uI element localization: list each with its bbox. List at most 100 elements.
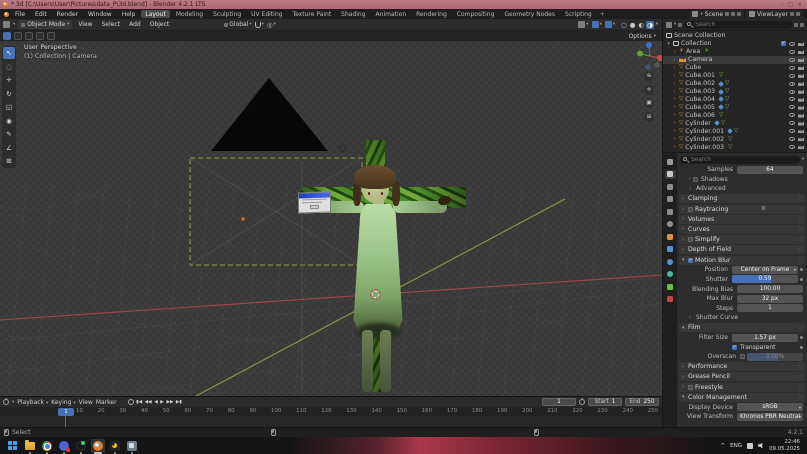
outliner-search[interactable]	[684, 21, 792, 29]
disable-in-renders-icon[interactable]	[798, 50, 804, 55]
blending-bias-field[interactable]: 100.00	[737, 285, 803, 293]
remove-view-layer-icon[interactable]	[796, 12, 800, 16]
chrome-button[interactable]	[40, 439, 54, 453]
tool-annotate[interactable]: ✎	[3, 128, 15, 140]
frame-start-field[interactable]: Start1	[588, 398, 622, 406]
outliner-row-cube002[interactable]: ›▽ Cube.002 ▽	[663, 80, 807, 88]
axis-z-handle[interactable]	[646, 42, 652, 48]
disable-in-renders-icon[interactable]	[798, 89, 804, 94]
material-preview-button[interactable]: ◐	[637, 21, 645, 29]
mode-selector[interactable]: Object Mode ▾	[18, 20, 72, 29]
samples-field[interactable]: 64	[737, 166, 803, 174]
outliner-row-camera[interactable]: › Camera	[663, 56, 807, 64]
viewport-canvas[interactable]: User Perspective (1) Collection | Camera…	[0, 41, 662, 396]
viewport-menu-view[interactable]: View	[75, 21, 95, 28]
simplify-checkbox[interactable]	[688, 237, 693, 242]
panel-film[interactable]: ▾Film∷	[679, 323, 805, 332]
file-explorer-button[interactable]	[23, 439, 37, 453]
wireframe-shading-button[interactable]: ○	[620, 21, 628, 29]
outliner-row-cylinder002[interactable]: ›▽ Cylinder.002 ▽	[663, 135, 807, 143]
disable-in-renders-icon[interactable]	[798, 42, 804, 47]
collection-checkbox[interactable]: ✓	[781, 41, 786, 46]
advanced-row[interactable]: ›Advanced	[679, 184, 805, 194]
tool-cursor[interactable]: ◌	[3, 61, 15, 73]
panel-color-management[interactable]: ▾Color Management∷	[679, 393, 805, 402]
frame-end-field[interactable]: End250	[625, 398, 659, 406]
object-visibility-dropdown[interactable]: ▾	[578, 21, 588, 28]
messenger-app-button[interactable]	[57, 439, 71, 453]
workspace-tab-sculpting[interactable]: Sculpting	[209, 10, 245, 18]
music-app-button[interactable]	[74, 439, 88, 453]
outliner-row-collection[interactable]: ▾ Collection ✓	[663, 40, 807, 48]
disable-in-renders-icon[interactable]	[798, 121, 804, 126]
close-button[interactable]: ×	[798, 2, 802, 8]
disable-in-renders-icon[interactable]	[798, 81, 804, 86]
shutter-curve-row[interactable]: ›Shutter Curve	[679, 313, 805, 323]
character-dress[interactable]	[352, 204, 404, 332]
motion-blur-checkbox[interactable]: ✓	[688, 258, 693, 263]
transform-orientation-selector[interactable]: Global ▾	[224, 21, 251, 28]
outliner-row-cube004[interactable]: ›▽ Cube.004 ▽	[663, 96, 807, 104]
workspace-tab-texture-paint[interactable]: Texture Paint	[288, 10, 335, 18]
tool-add-cube[interactable]: ⊞	[3, 155, 15, 167]
tab-particles[interactable]	[665, 257, 676, 266]
jump-to-end-button[interactable]: ▶▮	[176, 400, 182, 405]
steps-field[interactable]: 1	[737, 304, 803, 312]
blender-menu-icon[interactable]	[4, 12, 9, 17]
timeline-menu-marker[interactable]: Marker	[96, 399, 117, 406]
disable-in-renders-icon[interactable]	[798, 129, 804, 134]
tab-output[interactable]	[665, 182, 676, 191]
panel-raytracing[interactable]: ›Raytracing≣∷	[679, 205, 805, 214]
outliner-display-mode-icon[interactable]	[678, 23, 682, 27]
tab-world[interactable]	[665, 220, 676, 229]
panel-volumes[interactable]: ›Volumes∷	[679, 215, 805, 224]
new-scene-icon[interactable]	[731, 12, 735, 16]
disable-in-renders-icon[interactable]	[798, 97, 804, 102]
hide-in-viewport-icon[interactable]	[789, 113, 795, 117]
overscan-slider[interactable]: 3.00%	[747, 353, 803, 361]
rendered-shading-button[interactable]: ◑	[646, 21, 654, 29]
timeline-ruler[interactable]: 1020304050607080901001101201301401501601…	[0, 407, 662, 416]
tab-object-data[interactable]	[665, 282, 676, 291]
hide-in-viewport-icon[interactable]	[789, 74, 795, 78]
stopwatch-icon[interactable]	[579, 399, 585, 405]
workspace-tab-modeling[interactable]: Modeling	[172, 10, 207, 18]
panel-grease-pencil[interactable]: ›Grease Pencil∷	[679, 372, 805, 381]
shutter-slider[interactable]: 0.59	[732, 275, 798, 283]
workspace-tab-shading[interactable]: Shading	[337, 10, 369, 18]
menu-file[interactable]: File	[11, 11, 29, 18]
select-mode-invert-button[interactable]	[36, 32, 44, 40]
dialog-texture-plane[interactable]	[298, 191, 331, 213]
timeline-menu-keying[interactable]: Keying ▾	[51, 399, 75, 406]
new-view-layer-icon[interactable]	[790, 12, 794, 16]
panel-motion-blur[interactable]: ▾✓Motion Blur∷	[679, 256, 805, 265]
disclosure-triangle-icon[interactable]: ▾	[666, 41, 671, 47]
outliner-editor-icon[interactable]	[666, 22, 672, 28]
scene-selector[interactable]: ▾ Scene	[689, 10, 744, 19]
minimize-button[interactable]: –	[781, 2, 784, 8]
add-workspace-button[interactable]: +	[598, 11, 607, 18]
workspace-tab-layout[interactable]: Layout	[141, 10, 169, 18]
outliner-row-cube006[interactable]: ›▽ Cube.006 ▽	[663, 111, 807, 119]
hide-in-viewport-icon[interactable]	[789, 137, 795, 141]
animate-dot-icon[interactable]	[800, 346, 803, 349]
panel-clamping[interactable]: ›Clamping∷	[679, 194, 805, 203]
tool-tweak-select[interactable]: ↖	[3, 47, 15, 59]
shadows-row[interactable]: › Shadows	[679, 175, 805, 185]
tab-render[interactable]	[665, 170, 676, 179]
panel-freestyle[interactable]: ›Freestyle∷	[679, 383, 805, 392]
disable-in-renders-icon[interactable]	[798, 145, 804, 150]
outliner-row-cylinder001[interactable]: ›▽ Cylinder.001 ▽	[663, 127, 807, 135]
outliner-row-cylinder[interactable]: ›▽ Cylinder ▽	[663, 119, 807, 127]
select-mode-extend-button[interactable]	[14, 32, 22, 40]
panel-curves[interactable]: ›Curves∷	[679, 225, 805, 234]
disable-in-renders-icon[interactable]	[798, 65, 804, 70]
hide-in-viewport-icon[interactable]	[789, 129, 795, 133]
hide-in-viewport-icon[interactable]	[789, 97, 795, 101]
jump-to-start-button[interactable]: ▮◀	[136, 400, 142, 405]
workspace-tab-animation[interactable]: Animation	[372, 10, 411, 18]
new-collection-icon[interactable]	[800, 23, 804, 27]
volume-icon[interactable]	[758, 443, 764, 449]
panel-performance[interactable]: ›Performance∷	[679, 362, 805, 371]
viewport-menu-add[interactable]: Add	[126, 21, 144, 28]
